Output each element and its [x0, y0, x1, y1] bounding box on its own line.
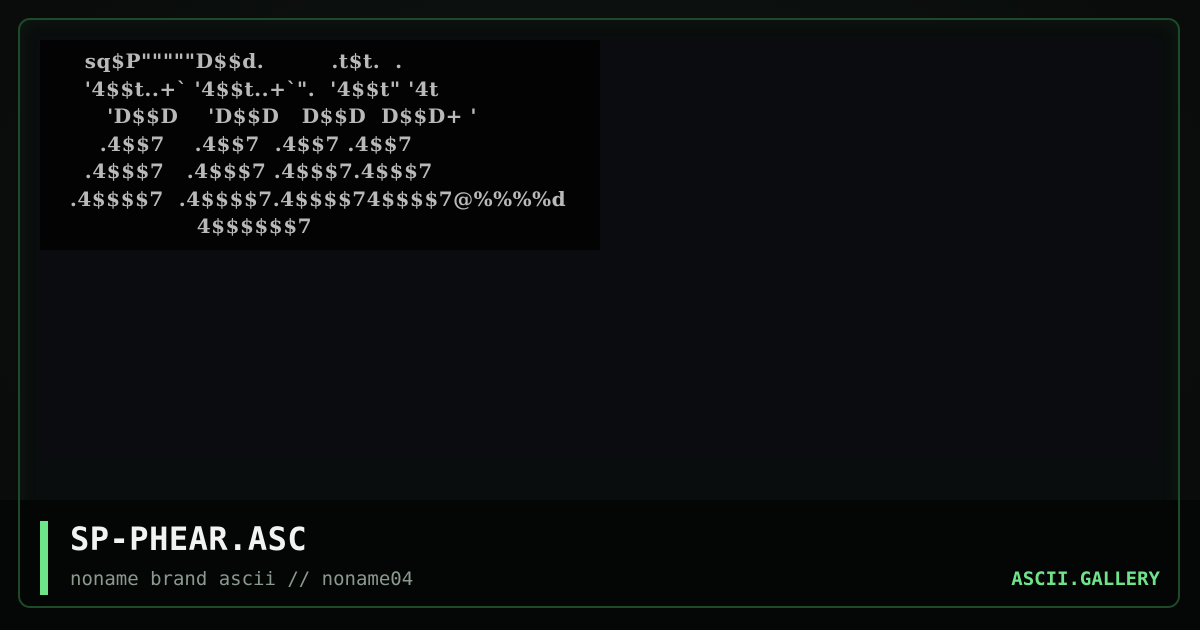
accent-bar [40, 521, 48, 595]
file-subtitle: noname brand ascii // noname04 [70, 568, 414, 590]
ascii-art: sq$P"""""D$$d. .t$t. . '4$$t..+` '4$$t..… [69, 49, 567, 238]
file-title: SP-PHEAR.ASC [70, 520, 308, 558]
ascii-art-panel: sq$P"""""D$$d. .t$t. . '4$$t..+` '4$$t..… [40, 40, 600, 250]
brand-link[interactable]: ASCII.GALLERY [1011, 568, 1160, 590]
